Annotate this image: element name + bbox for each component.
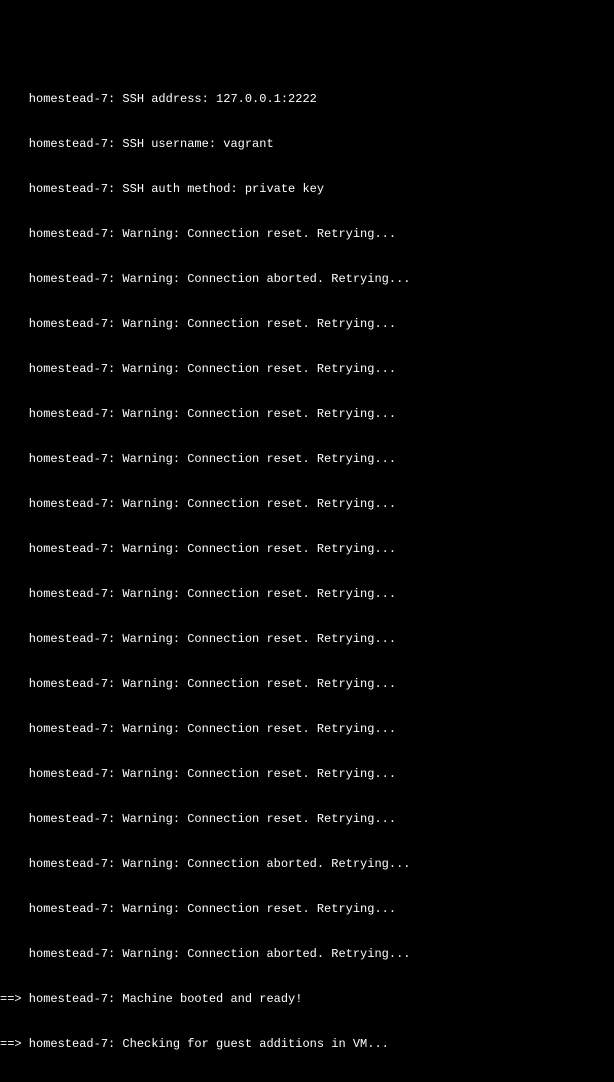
- output-line: homestead-7: SSH auth method: private ke…: [0, 182, 614, 197]
- output-line: homestead-7: Warning: Connection reset. …: [0, 587, 614, 602]
- output-line: homestead-7: Warning: Connection reset. …: [0, 677, 614, 692]
- output-line: homestead-7: Warning: Connection reset. …: [0, 722, 614, 737]
- output-line: homestead-7: Warning: Connection reset. …: [0, 812, 614, 827]
- output-line: ==> homestead-7: Machine booted and read…: [0, 992, 614, 1007]
- output-line: homestead-7: Warning: Connection aborted…: [0, 272, 614, 287]
- output-line: ==> homestead-7: Checking for guest addi…: [0, 1037, 614, 1052]
- terminal[interactable]: homestead-7: SSH address: 127.0.0.1:2222…: [0, 60, 614, 1082]
- output-line: homestead-7: Warning: Connection reset. …: [0, 767, 614, 782]
- output-line: homestead-7: SSH username: vagrant: [0, 137, 614, 152]
- output-line: homestead-7: Warning: Connection reset. …: [0, 542, 614, 557]
- output-line: homestead-7: Warning: Connection reset. …: [0, 227, 614, 242]
- output-line: homestead-7: Warning: Connection aborted…: [0, 947, 614, 962]
- output-line: homestead-7: Warning: Connection reset. …: [0, 317, 614, 332]
- output-line: homestead-7: Warning: Connection reset. …: [0, 632, 614, 647]
- output-line: homestead-7: SSH address: 127.0.0.1:2222: [0, 92, 614, 107]
- output-line: homestead-7: Warning: Connection reset. …: [0, 362, 614, 377]
- output-line: homestead-7: Warning: Connection reset. …: [0, 497, 614, 512]
- output-line: homestead-7: Warning: Connection aborted…: [0, 857, 614, 872]
- output-line: homestead-7: Warning: Connection reset. …: [0, 452, 614, 467]
- output-line: homestead-7: Warning: Connection reset. …: [0, 407, 614, 422]
- output-line: homestead-7: Warning: Connection reset. …: [0, 902, 614, 917]
